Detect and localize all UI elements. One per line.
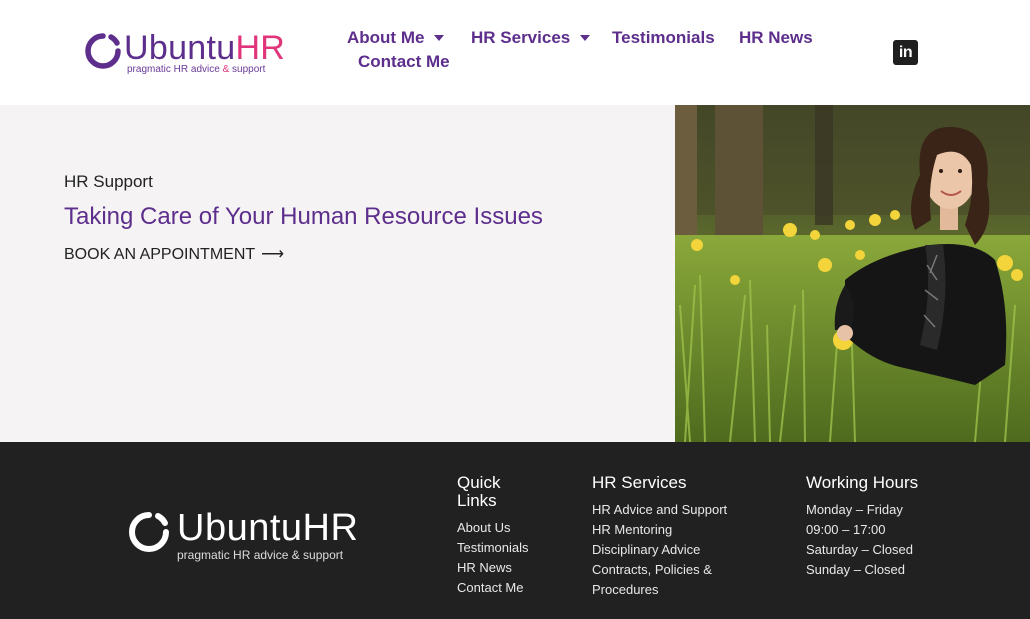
site-footer: UbuntuHR pragmatic HR advice & support Q… — [0, 442, 1030, 619]
logo-word-hr: HR — [235, 29, 286, 67]
logo-word-ubuntu: Ubuntu — [124, 29, 236, 67]
footer-logo-wordmark: UbuntuHR — [177, 507, 359, 549]
nav-item-contact-me[interactable]: Contact Me — [358, 52, 450, 72]
quick-links-heading-line1: Quick — [457, 473, 501, 492]
hero-photo — [675, 105, 1030, 442]
hr-services-heading: HR Services — [592, 473, 687, 492]
footer-link-contact-me[interactable]: Contact Me — [457, 578, 537, 598]
site-header: UbuntuHR pragmatic HR advice & support A… — [0, 0, 1030, 105]
nav-services-label: HR Services — [471, 28, 571, 47]
footer-service-contracts[interactable]: Contracts, Policies & — [592, 560, 752, 580]
footer-link-hr-news[interactable]: HR News — [457, 558, 537, 578]
nav-item-hr-news[interactable]: HR News — [739, 28, 813, 48]
footer-link-testimonials[interactable]: Testimonials — [457, 538, 537, 558]
working-hours-heading: Working Hours — [806, 473, 919, 492]
quick-links-heading-line2: Links — [457, 491, 497, 510]
footer-logo[interactable]: UbuntuHR pragmatic HR advice & support — [127, 507, 377, 562]
logo-tagline: pragmatic HR advice & support — [127, 64, 265, 75]
linkedin-icon[interactable]: in — [893, 40, 918, 65]
footer-working-hours: Working Hours Monday – Friday 09:00 – 17… — [806, 474, 966, 580]
site-logo[interactable]: UbuntuHR pragmatic HR advice & support — [84, 28, 294, 76]
nav-item-hr-services[interactable]: HR Services — [471, 28, 591, 48]
footer-hr-services: HR Services HR Advice and Support HR Men… — [592, 474, 752, 600]
logo-wordmark: UbuntuHR — [124, 28, 285, 68]
book-appointment-label: BOOK AN APPOINTMENT — [64, 246, 256, 263]
logo-ring-icon — [85, 33, 121, 69]
quick-links-heading: Quick Links — [457, 474, 537, 510]
footer-link-about-us[interactable]: About Us — [457, 518, 537, 538]
nav-item-about-me[interactable]: About Me — [347, 28, 445, 48]
chevron-down-icon[interactable] — [434, 34, 445, 41]
nav-about-label: About Me — [347, 28, 425, 47]
footer-service-advice-support[interactable]: HR Advice and Support — [592, 500, 752, 520]
nav-item-testimonials[interactable]: Testimonials — [612, 28, 715, 48]
footer-logo-tagline: pragmatic HR advice & support — [177, 548, 344, 562]
hero-banner: HR Support Taking Care of Your Human Res… — [0, 105, 675, 442]
hero-title: Taking Care of Your Human Resource Issue… — [64, 203, 543, 230]
hero-photo-illustration — [675, 105, 1030, 442]
hours-saturday: Saturday – Closed — [806, 542, 913, 557]
logo-ring-icon — [129, 512, 169, 552]
hours-sunday: Sunday – Closed — [806, 562, 906, 577]
logo-tagline-post: support — [229, 64, 266, 75]
hero-kicker: HR Support — [64, 172, 153, 191]
chevron-down-icon[interactable] — [580, 34, 591, 41]
footer-service-procedures[interactable]: Procedures — [592, 580, 752, 600]
footer-service-mentoring[interactable]: HR Mentoring — [592, 520, 752, 540]
arrow-right-icon: ⟶ — [261, 246, 285, 263]
footer-quick-links: Quick Links About Us Testimonials HR News… — [457, 474, 537, 598]
footer-service-disciplinary[interactable]: Disciplinary Advice — [592, 540, 752, 560]
book-appointment-link[interactable]: BOOK AN APPOINTMENT ⟶ — [64, 244, 284, 264]
hours-weekday-times: 09:00 – 17:00 — [806, 522, 886, 537]
hours-weekdays: Monday – Friday — [806, 502, 903, 517]
logo-tagline-pre: pragmatic HR advice — [127, 64, 223, 75]
